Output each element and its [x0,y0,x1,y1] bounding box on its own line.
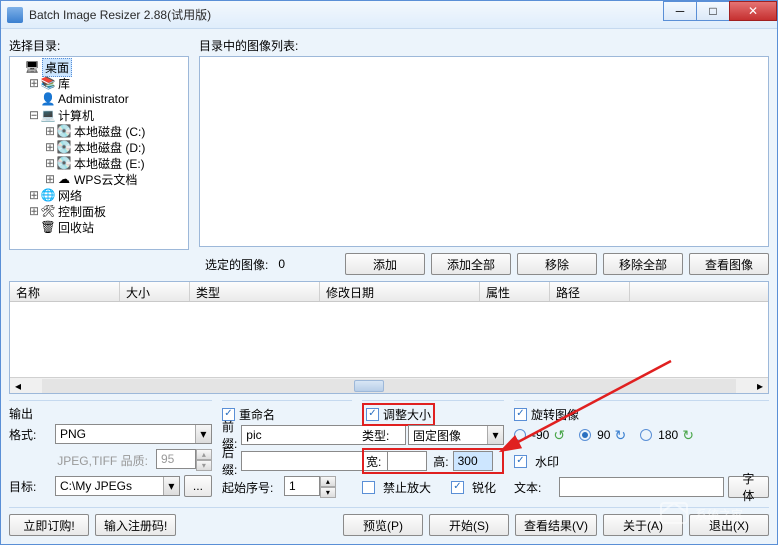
viewresult-button[interactable]: 查看结果(V) [515,514,597,536]
tree-label: 选择目录: [9,37,189,54]
directory-tree[interactable]: 🖥桌面⊞📚库👤Administrator⊟💻计算机⊞💽本地磁盘 (C:)⊞💽本地… [9,56,189,250]
height-input[interactable] [453,451,493,471]
app-icon [7,7,23,23]
rot-180-radio[interactable] [640,429,652,441]
target-label: 目标: [9,478,51,495]
about-button[interactable]: 关于(A) [603,514,683,536]
view-image-button[interactable]: 查看图像 [689,253,769,275]
resize-type-combo[interactable]: 固定图像 ▾ [408,425,504,445]
column-header[interactable]: 类型 [190,282,320,301]
exit-button[interactable]: 退出(X) [689,514,769,536]
chevron-down-icon[interactable]: ▾ [195,425,211,443]
file-list[interactable]: 名称大小类型修改日期属性路径 ◂ ▸ [9,281,769,394]
image-list[interactable] [199,56,769,247]
tree-item[interactable]: 👤Administrator [10,91,188,107]
add-all-button[interactable]: 添加全部 [431,253,511,275]
rotate-cw-icon: ↻ [614,427,626,444]
quality-label: JPEG,TIFF 品质: [9,452,152,469]
tree-item[interactable]: ⊞🛠控制面板 [10,203,188,219]
remove-button[interactable]: 移除 [517,253,597,275]
app-window: Batch Image Resizer 2.88(试用版) ─ □ ✕ 选择目录… [0,0,778,545]
column-header[interactable]: 属性 [480,282,550,301]
order-button[interactable]: 立即订购! [9,514,89,536]
preview-button[interactable]: 预览(P) [343,514,423,536]
column-header[interactable]: 名称 [10,282,120,301]
selected-count: 0 [278,257,285,271]
column-header[interactable]: 大小 [120,282,190,301]
rot-m90-radio[interactable] [514,429,526,441]
tree-item[interactable]: ⊞📚库 [10,75,188,91]
rotate-ccw-icon: ↺ [553,427,565,444]
column-header[interactable]: 修改日期 [320,282,480,301]
startno-input[interactable] [284,476,320,496]
sharpen-checkbox[interactable] [451,481,464,494]
scroll-thumb[interactable] [354,380,384,392]
watermark-text-input[interactable] [559,477,724,497]
rotate-checkbox[interactable] [514,408,527,421]
chevron-down-icon[interactable]: ▾ [163,477,179,495]
rotate-180-icon: ↻ [682,427,694,444]
tree-item[interactable]: ⊞💽本地磁盘 (C:) [10,123,188,139]
browse-button[interactable]: ... [184,475,212,497]
font-button[interactable]: 字体 [728,476,769,498]
tree-item[interactable]: ⊞☁WPS云文档 [10,171,188,187]
output-title: 输出 [9,405,212,422]
regcode-button[interactable]: 输入注册码! [95,514,176,536]
format-label: 格式: [9,426,51,443]
titlebar[interactable]: Batch Image Resizer 2.88(试用版) ─ □ ✕ [1,1,777,29]
remove-all-button[interactable]: 移除全部 [603,253,683,275]
tree-item[interactable]: ⊞💽本地磁盘 (E:) [10,155,188,171]
width-input[interactable] [387,451,427,471]
minimize-button[interactable]: ─ [663,1,697,21]
maximize-button[interactable]: □ [696,1,730,21]
start-button[interactable]: 开始(S) [429,514,509,536]
column-header[interactable]: 路径 [550,282,630,301]
noenlarge-checkbox[interactable] [362,481,375,494]
window-title: Batch Image Resizer 2.88(试用版) [29,6,211,23]
selected-label: 选定的图像: [205,256,268,273]
resize-checkbox[interactable] [366,408,379,421]
quality-input [156,449,196,469]
imagelist-label: 目录中的图像列表: [199,37,769,54]
format-combo[interactable]: PNG ▾ [55,424,212,444]
tree-item[interactable]: ⊟💻计算机 [10,107,188,123]
rot-p90-radio[interactable] [579,429,591,441]
tree-item[interactable]: ⊞💽本地磁盘 (D:) [10,139,188,155]
tree-item[interactable]: 🖥桌面 [10,59,188,75]
tree-item[interactable]: 🗑回收站 [10,219,188,235]
chevron-down-icon[interactable]: ▾ [487,426,503,444]
horizontal-scrollbar[interactable]: ◂ ▸ [10,377,768,393]
add-button[interactable]: 添加 [345,253,425,275]
watermark-checkbox[interactable] [514,455,527,468]
close-button[interactable]: ✕ [729,1,777,21]
tree-item[interactable]: ⊞🌐网络 [10,187,188,203]
target-combo[interactable]: C:\My JPEGs ▾ [55,476,180,496]
